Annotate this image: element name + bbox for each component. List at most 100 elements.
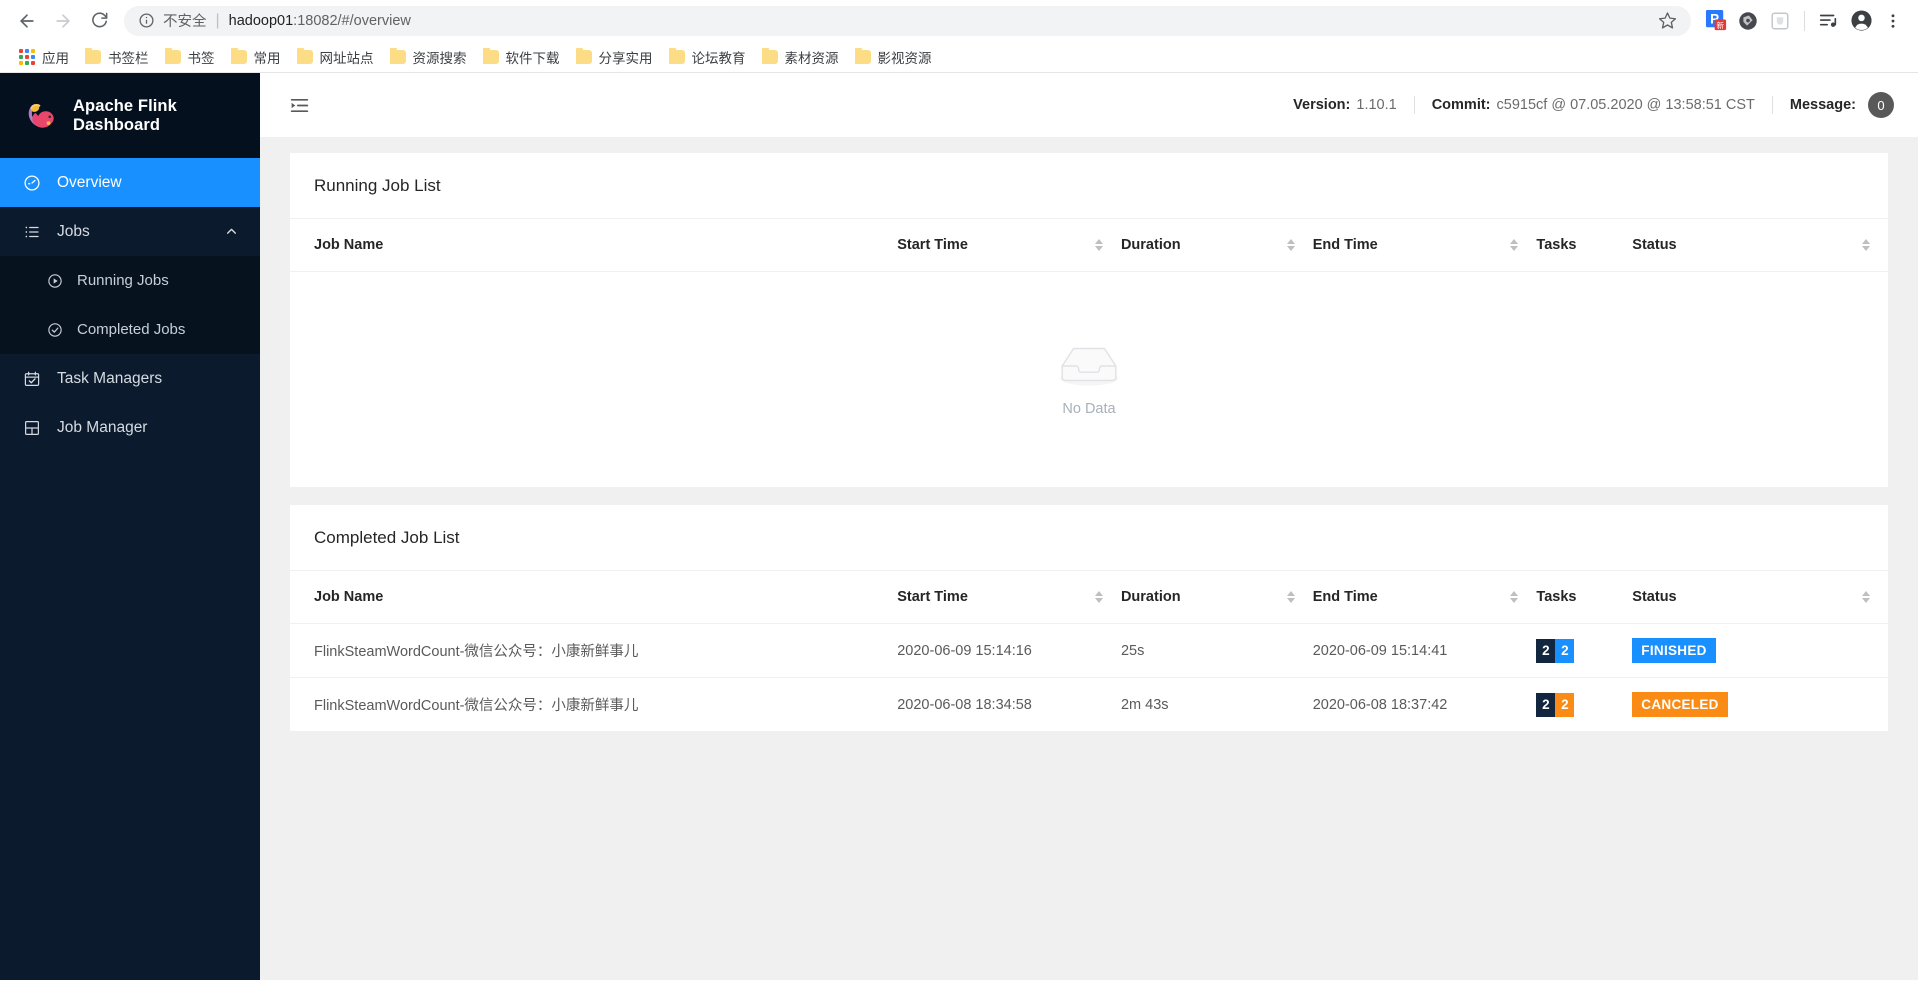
folder-icon xyxy=(575,47,592,64)
brand-header[interactable]: Apache Flink Dashboard xyxy=(0,73,260,158)
shield-extension-icon[interactable] xyxy=(1765,6,1795,36)
bookmark-label: 论坛教育 xyxy=(691,50,746,66)
column-label: Status xyxy=(1632,589,1677,605)
sort-icon[interactable] xyxy=(1286,591,1295,603)
info-circle-icon[interactable] xyxy=(138,12,155,29)
bookmark-folder-5[interactable]: 资源搜索 xyxy=(382,44,475,70)
column-status[interactable]: Status xyxy=(1632,219,1888,272)
profile-avatar-icon[interactable] xyxy=(1846,6,1876,36)
bookmarks-bar: 应用 书签栏 书签 常用 网址站点 资源搜索 软件下载 分享实用 论坛教育 素材… xyxy=(0,41,1918,73)
bookmark-folder-4[interactable]: 网址站点 xyxy=(289,44,382,70)
running-job-table: Job Name Start Time Duration End Time Ta… xyxy=(290,219,1888,487)
bookmark-apps[interactable]: 应用 xyxy=(11,44,77,70)
bookmark-label: 素材资源 xyxy=(784,50,839,66)
toolbar-divider xyxy=(1804,10,1805,31)
column-duration[interactable]: Duration xyxy=(1120,571,1313,624)
bookmark-folder-2[interactable]: 书签 xyxy=(157,44,223,70)
cell-start-time: 2020-06-09 15:14:16 xyxy=(897,623,1121,678)
sidebar: Apache Flink Dashboard Overview Jobs Run… xyxy=(0,73,260,980)
cell-duration: 25s xyxy=(1120,623,1313,678)
sidebar-item-completed-jobs[interactable]: Completed Jobs xyxy=(0,305,260,354)
bookmark-folder-8[interactable]: 论坛教育 xyxy=(661,44,754,70)
completed-job-list-title: Completed Job List xyxy=(290,505,1888,571)
play-circle-icon xyxy=(46,272,64,290)
bookmark-folder-7[interactable]: 分享实用 xyxy=(568,44,661,70)
sidebar-item-label: Job Manager xyxy=(57,418,148,436)
column-label: Duration xyxy=(1120,237,1181,253)
version-value: 1.10.1 xyxy=(1356,97,1397,113)
completed-job-list-card: Completed Job List Job Name Start Time D… xyxy=(290,505,1888,732)
browser-toolbar: 不安全 | hadoop01 :18082/#/overview P 新 xyxy=(0,0,1918,41)
column-start-time[interactable]: Start Time xyxy=(897,219,1121,272)
sort-icon[interactable] xyxy=(1862,239,1870,251)
forward-button[interactable] xyxy=(46,4,80,38)
sidebar-item-jobs[interactable]: Jobs xyxy=(0,207,260,256)
sidebar-item-label: Task Managers xyxy=(57,369,163,387)
bookmark-folder-9[interactable]: 素材资源 xyxy=(754,44,847,70)
sort-icon[interactable] xyxy=(1094,591,1103,603)
column-end-time[interactable]: End Time xyxy=(1312,219,1537,272)
sort-icon[interactable] xyxy=(1286,239,1295,251)
column-tasks[interactable]: Tasks xyxy=(1536,219,1633,272)
omnibox-separator: | xyxy=(215,11,220,29)
check-circle-icon xyxy=(46,321,64,339)
bookmark-folder-3[interactable]: 常用 xyxy=(223,44,289,70)
sort-icon[interactable] xyxy=(1510,591,1519,603)
column-end-time[interactable]: End Time xyxy=(1312,571,1537,624)
chevron-up-icon[interactable] xyxy=(225,225,238,238)
cell-end-time: 2020-06-09 15:14:41 xyxy=(1312,623,1537,678)
back-button[interactable] xyxy=(10,4,44,38)
svg-text:新: 新 xyxy=(1716,20,1724,30)
sidebar-item-running-jobs[interactable]: Running Jobs xyxy=(0,256,260,305)
sidebar-item-label: Jobs xyxy=(57,222,90,240)
sidebar-item-overview[interactable]: Overview xyxy=(0,158,260,207)
bookmark-folder-1[interactable]: 书签栏 xyxy=(77,44,157,70)
p-extension-icon[interactable]: P 新 xyxy=(1701,6,1731,36)
folder-icon xyxy=(668,47,685,64)
sidebar-item-job-manager[interactable]: Job Manager xyxy=(0,403,260,452)
top-bar: Version: 1.10.1 Commit: c5915cf @ 07.05.… xyxy=(260,73,1918,137)
table-row[interactable]: FlinkSteamWordCount-微信公众号：小康新鲜事儿 2020-06… xyxy=(290,623,1888,678)
sidebar-item-task-managers[interactable]: Task Managers xyxy=(0,354,260,403)
bookmark-folder-10[interactable]: 影视资源 xyxy=(847,44,940,70)
flink-squirrel-logo xyxy=(22,97,60,135)
bookmark-folder-6[interactable]: 软件下载 xyxy=(475,44,568,70)
column-tasks[interactable]: Tasks xyxy=(1536,571,1633,624)
cell-job-name[interactable]: FlinkSteamWordCount-微信公众号：小康新鲜事儿 xyxy=(290,623,898,678)
table-row[interactable]: FlinkSteamWordCount-微信公众号：小康新鲜事儿 2020-06… xyxy=(290,677,1888,732)
sort-icon[interactable] xyxy=(1510,239,1519,251)
column-job-name[interactable]: Job Name xyxy=(290,571,898,624)
commit-label: Commit: xyxy=(1431,97,1491,113)
column-label: Job Name xyxy=(314,237,384,253)
task-state-badge: 2 xyxy=(1555,638,1575,663)
running-job-list-card: Running Job List Job Name Start Time Dur… xyxy=(290,153,1888,487)
sort-icon[interactable] xyxy=(1094,239,1103,251)
cell-job-name[interactable]: FlinkSteamWordCount-微信公众号：小康新鲜事儿 xyxy=(290,677,898,732)
column-status[interactable]: Status xyxy=(1632,571,1888,624)
folder-icon xyxy=(230,47,247,64)
reload-button[interactable] xyxy=(82,4,116,38)
sort-icon[interactable] xyxy=(1862,591,1870,603)
empty-state: No Data xyxy=(290,272,1888,487)
chrome-menu-icon[interactable] xyxy=(1878,6,1908,36)
column-label: Start Time xyxy=(897,237,968,253)
column-duration[interactable]: Duration xyxy=(1120,219,1313,272)
sidebar-subitem-label: Running Jobs xyxy=(77,272,169,289)
media-list-icon[interactable] xyxy=(1814,6,1844,36)
status-badge: CANCELED xyxy=(1632,692,1728,717)
column-start-time[interactable]: Start Time xyxy=(897,571,1121,624)
task-state-badge: 2 xyxy=(1555,692,1575,717)
folder-icon xyxy=(854,47,871,64)
bookmark-star-icon[interactable] xyxy=(1658,11,1677,30)
menu-fold-icon[interactable] xyxy=(284,90,314,120)
cell-tasks: 2 2 xyxy=(1536,623,1633,678)
column-job-name[interactable]: Job Name xyxy=(290,219,898,272)
jobs-submenu: Running Jobs Completed Jobs xyxy=(0,256,260,354)
apps-grid-icon xyxy=(19,48,35,65)
bookmark-label: 书签栏 xyxy=(108,50,149,66)
column-label: Duration xyxy=(1120,589,1181,605)
content-area: Running Job List Job Name Start Time Dur… xyxy=(260,137,1918,980)
message-count-badge[interactable]: 0 xyxy=(1868,92,1894,118)
address-bar[interactable]: 不安全 | hadoop01 :18082/#/overview xyxy=(124,5,1691,36)
pin-extension-icon[interactable] xyxy=(1733,6,1763,36)
